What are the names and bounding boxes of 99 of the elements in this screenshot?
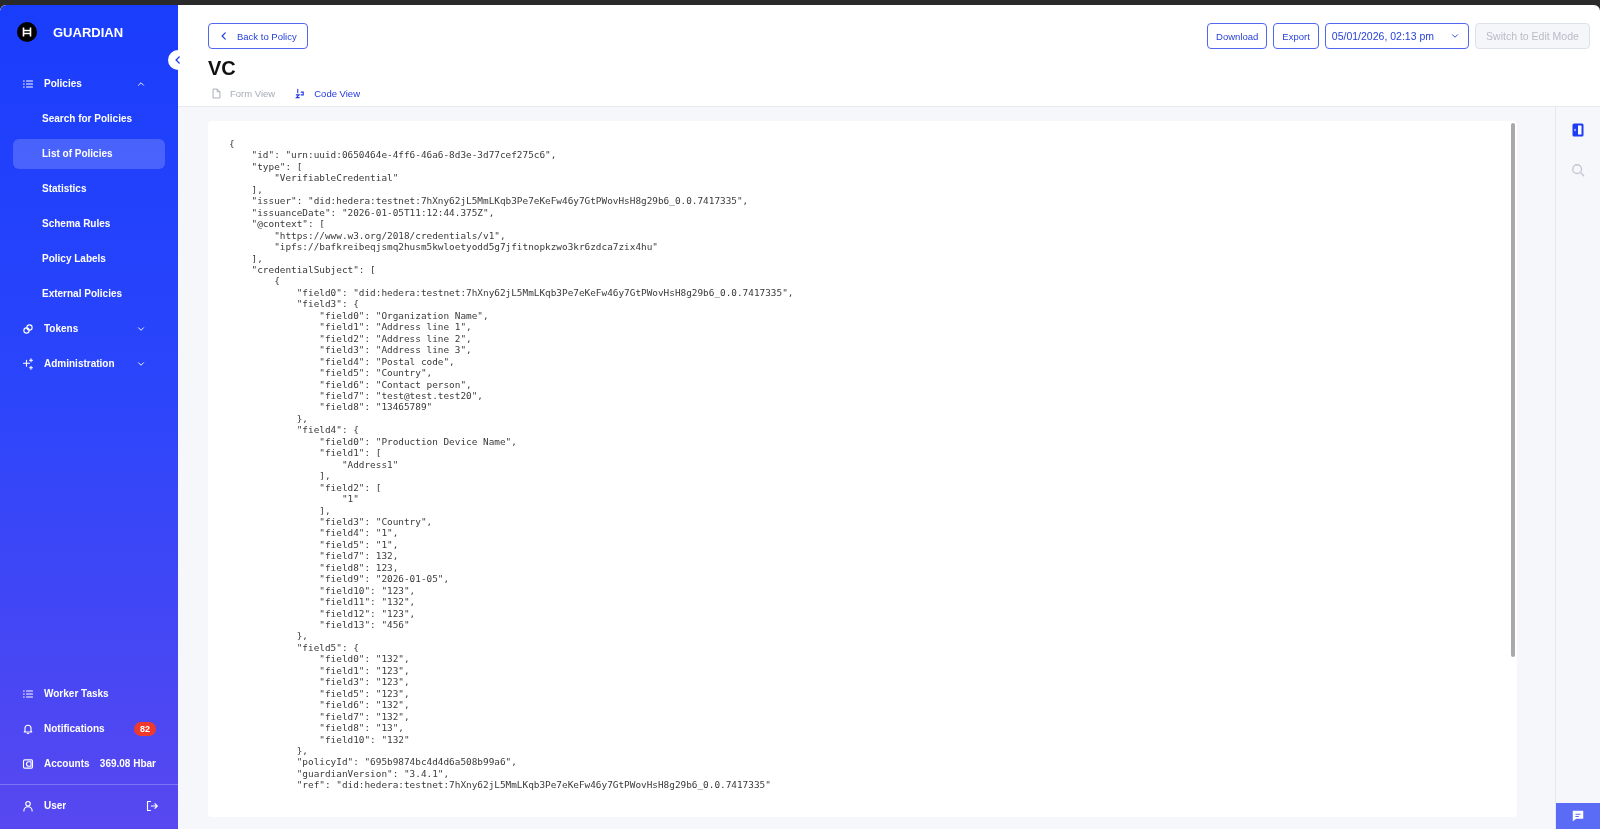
account-balance: 369.08 Hbar <box>99 758 156 769</box>
code-line: ], <box>250 252 264 264</box>
sidebar-item[interactable]: List of Policies <box>13 138 165 169</box>
code-line: "field2": [ <box>318 481 383 494</box>
action-button[interactable]: Export <box>1273 23 1319 49</box>
code-line: "field5": { <box>295 641 360 654</box>
user-menu[interactable]: User <box>0 788 89 823</box>
notification-count: 82 <box>134 721 156 736</box>
code-line: "field1": "123", <box>318 664 411 677</box>
code-line: "field5": "Country", <box>318 367 434 379</box>
code-line: "field8": "13465789" <box>318 401 434 413</box>
code-line: "Address1" <box>340 458 400 471</box>
code-line: "field3": "Country", <box>318 515 434 528</box>
code-line: "field3": "123", <box>318 676 411 688</box>
list-icon <box>22 77 34 90</box>
view-tab[interactable]: Code View <box>292 88 363 99</box>
nav-item[interactable]: Accounts 369.08 Hbar <box>0 746 178 781</box>
code-line: "field4": "1", <box>318 527 400 539</box>
code-line: ], <box>318 504 332 516</box>
bell-icon <box>22 722 34 735</box>
code-line: "field7": "test@test.test20", <box>318 389 484 402</box>
link-icon <box>22 322 34 335</box>
code-icon <box>295 88 307 99</box>
code-line: "VerifiableCredential" <box>273 172 400 184</box>
list-icon <box>22 687 34 700</box>
code-line: "field1": [ <box>318 447 383 459</box>
chat-button[interactable] <box>1556 803 1600 829</box>
logout-button[interactable] <box>146 799 158 812</box>
nav-item[interactable]: Notifications 82 <box>0 711 178 746</box>
wallet-icon <box>22 757 34 770</box>
code-line: "field6": "132", <box>318 699 411 711</box>
document-icon <box>211 88 222 99</box>
code-line: { <box>273 275 281 287</box>
code-line: ], <box>250 183 264 196</box>
code-line: "1" <box>340 493 360 505</box>
code-line: "field0": "Organization Name", <box>318 309 490 322</box>
sidebar-item[interactable]: Statistics <box>13 173 165 204</box>
code-line: "field7": 132, <box>318 550 400 562</box>
chevron-left-icon <box>219 31 229 41</box>
sidebar-item[interactable]: Policy Labels <box>13 243 165 274</box>
code-line: "field5": "123", <box>318 687 411 700</box>
brand-name: GUARDIAN <box>53 24 124 40</box>
sidebar-item[interactable]: Schema Rules <box>13 208 165 239</box>
code-line: "type": [ <box>250 160 304 173</box>
search-icon <box>1571 163 1585 177</box>
code-line: "@context": [ <box>250 218 326 230</box>
code-line: "issuanceDate": "2026-01-05T11:12:44.375Z", <box>250 206 496 219</box>
scrollbar[interactable] <box>1511 123 1515 657</box>
code-line: "field6": "Contact person", <box>318 378 473 390</box>
code-line: ], <box>318 470 332 482</box>
code-line: "field0": "did:hedera:testnet:7hXny62jL5MmLKqb3Pe7eKeFw46y7GtPWovHsH8g29b6_0.0.7417335", <box>295 286 795 299</box>
logout-icon <box>146 799 158 812</box>
code-line: "credentialSubject": [ <box>250 264 377 276</box>
code-line: "field5": "1", <box>318 538 400 551</box>
code-line: "field7": "132", <box>318 710 411 723</box>
code-line: "field12": "123", <box>318 607 417 620</box>
nav-item[interactable]: Administration <box>0 346 178 381</box>
chevron-left-icon <box>173 55 183 65</box>
code-line: "ref": "did:hedera:testnet:7hXny62jL5MmLKqb3Pe7eKeFw46y7GtPWovHsH8g29b6_0.0.7417335" <box>295 779 772 791</box>
code-line: "issuer": "did:hedera:testnet:7hXny62jL5MmLKqb3Pe7eKeFw46y7GtPWovHsH8g29b6_0.0.7417335", <box>250 195 750 207</box>
code-line: "field13": "456" <box>318 619 411 631</box>
code-line: "guardianVersion": "3.4.1", <box>295 767 451 780</box>
code-line: "ipfs://bafkreibeqjsmq2husm5kwloetyodd5g7jfitnopkzwo3kr6zdca7zix4hu" <box>273 241 659 253</box>
back-button[interactable]: Back to Policy <box>208 23 308 49</box>
nav-item[interactable]: Tokens <box>0 311 178 346</box>
code-line: "field0": "132", <box>318 653 411 665</box>
code-line: "id": "urn:uuid:0650464e-4ff6-46a6-8d3e-3d77cef275c6", <box>250 149 558 161</box>
code-line: "field8": 123, <box>318 561 400 574</box>
code-line: "field9": "2026-01-05", <box>318 573 451 585</box>
code-line: "field10": "123", <box>318 584 417 597</box>
code-line: "field10": "132" <box>318 733 411 745</box>
chevron-down-icon <box>1450 31 1460 41</box>
version-select[interactable]: 05/01/2026, 02:13 pm <box>1324 23 1469 49</box>
logo-icon <box>17 22 37 42</box>
page-title: VC <box>208 57 237 80</box>
sparkle-icon <box>22 357 34 370</box>
code-line: "field8": "13", <box>318 722 405 734</box>
panel-toggle-icon[interactable] <box>1572 123 1584 137</box>
code-line: "field2": "Address line 2", <box>318 332 473 345</box>
code-line: }, <box>295 745 310 757</box>
code-line: }, <box>295 630 310 642</box>
code-line: { <box>229 138 236 150</box>
sidebar-item[interactable]: Search for Policies <box>13 103 165 134</box>
code-line: }, <box>295 412 310 425</box>
code-line: "field11": "132", <box>318 596 417 608</box>
action-button[interactable]: Download <box>1207 23 1268 49</box>
nav-item[interactable]: Policies <box>0 66 178 101</box>
code-line: "https://www.w3.org/2018/credentials/v1", <box>273 229 507 242</box>
code-line: "field1": "Address line 1", <box>318 321 473 333</box>
nav-item[interactable]: Worker Tasks <box>0 676 178 711</box>
code-line: "field4": "Postal code", <box>318 355 456 368</box>
user-icon <box>22 799 34 812</box>
code-line: "field4": { <box>295 424 360 436</box>
sidebar-item[interactable]: External Policies <box>13 278 165 309</box>
chat-icon <box>1571 809 1585 823</box>
code-line: "policyId": "695b9874bc4d4d6a508b99a6", <box>295 756 518 768</box>
code-line: "field0": "Production Device Name", <box>318 435 518 448</box>
code-line: "field3": { <box>295 298 360 310</box>
code-line: "field3": "Address line 3", <box>318 344 473 356</box>
